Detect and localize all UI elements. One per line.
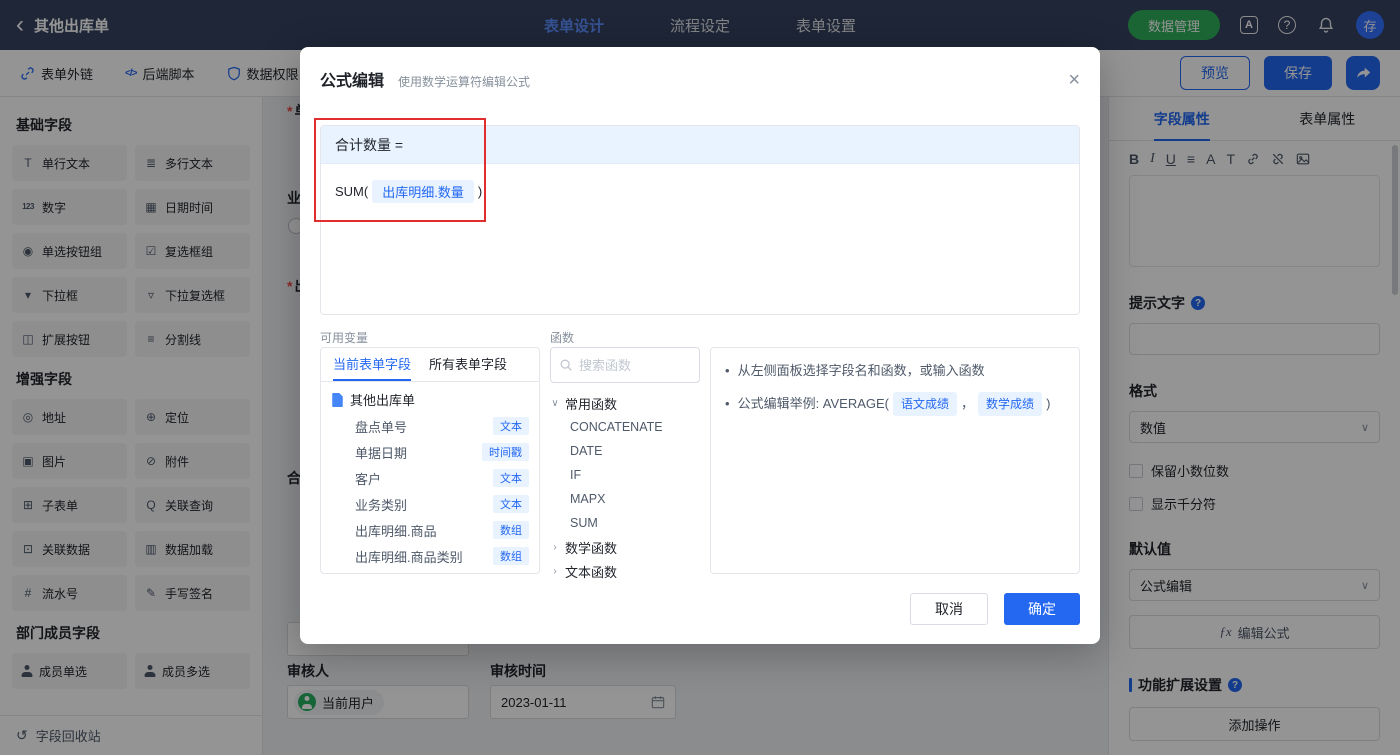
function-group-common[interactable]: ∨ 常用函数 xyxy=(550,391,700,415)
modal-title: 公式编辑 xyxy=(320,73,385,90)
functions-panel: ∨常用函数 CONCATENATE DATE IF MAPX SUM ›数学函数… xyxy=(550,347,700,580)
formula-function: SUM( xyxy=(335,184,369,199)
variable-row[interactable]: 出库明细.商品 数组 xyxy=(321,517,539,543)
variable-row[interactable]: 盘点单号 文本 xyxy=(321,413,539,439)
type-badge: 文本 xyxy=(493,495,529,513)
document-icon xyxy=(332,392,343,407)
type-badge: 文本 xyxy=(493,469,529,487)
app-root: ‹ 其他出库单 表单设计 流程设定 表单设置 数据管理 A ? 存 表单外链 <… xyxy=(0,0,1400,755)
variables-tabs: 当前表单字段 所有表单字段 xyxy=(321,348,539,382)
function-search[interactable] xyxy=(550,347,700,383)
formula-editor-modal: 公式编辑 使用数学运算符编辑公式 × 合计数量 = SUM( 出库明细.数量 )… xyxy=(300,47,1100,644)
formula-target-bar: 合计数量 = xyxy=(321,126,1079,164)
tab-current-form-fields[interactable]: 当前表单字段 xyxy=(333,348,412,381)
tab-all-form-fields[interactable]: 所有表单字段 xyxy=(429,348,507,381)
bullet-icon: • xyxy=(725,363,730,378)
variable-row[interactable]: 单据日期 时间戳 xyxy=(321,439,539,465)
help-line: • 从左侧面板选择字段名和函数，或输入函数 xyxy=(725,360,1065,382)
confirm-button[interactable]: 确定 xyxy=(1004,593,1080,625)
modal-subtitle: 使用数学运算符编辑公式 xyxy=(398,75,531,89)
help-line-example: • 公式编辑举例: AVERAGE( 语文成绩 ， 数学成绩 ) xyxy=(725,392,1065,416)
formula-help-panel: • 从左侧面板选择字段名和函数，或输入函数 • 公式编辑举例: AVERAGE(… xyxy=(710,347,1080,574)
formula-target: 合计数量 = xyxy=(335,136,404,153)
function-group-text[interactable]: › 文本函数 xyxy=(550,559,700,583)
bullet-icon: • xyxy=(725,396,730,411)
function-item[interactable]: SUM xyxy=(550,511,700,535)
cancel-button[interactable]: 取消 xyxy=(910,593,988,625)
variable-row[interactable]: 客户 文本 xyxy=(321,465,539,491)
modal-footer: 取消 确定 xyxy=(910,593,1080,625)
variable-row[interactable]: 出库明细.商品类别 数组 xyxy=(321,543,539,569)
chevron-down-icon: ∨ xyxy=(551,397,559,409)
formula-field-chip[interactable]: 出库明细.数量 xyxy=(372,180,474,203)
function-item[interactable]: IF xyxy=(550,463,700,487)
formula-expression[interactable]: SUM( 出库明细.数量 ) xyxy=(321,164,1079,219)
function-tree: ∨ 常用函数 CONCATENATE DATE IF MAPX SUM › 数学函数… xyxy=(550,391,700,583)
chevron-right-icon: › xyxy=(553,565,557,577)
variables-panel: 当前表单字段 所有表单字段 其他出库单 盘点单号 文本 单据日期 时间戳 客户 文本 … xyxy=(320,347,540,574)
variables-label: 可用变量 xyxy=(320,331,369,345)
function-group-math[interactable]: › 数学函数 xyxy=(550,535,700,559)
type-badge: 文本 xyxy=(493,417,529,435)
type-badge: 时间戳 xyxy=(482,443,529,461)
chevron-right-icon: › xyxy=(553,541,557,553)
variables-root-node[interactable]: 其他出库单 xyxy=(321,382,539,413)
function-item[interactable]: MAPX xyxy=(550,487,700,511)
example-field-chip: 语文成绩 xyxy=(893,392,958,416)
close-icon[interactable]: × xyxy=(1068,70,1080,90)
variable-row[interactable]: 业务类别 文本 xyxy=(321,491,539,517)
search-icon xyxy=(560,359,572,371)
modal-header: 公式编辑 使用数学运算符编辑公式 × xyxy=(300,47,1100,91)
formula-editor[interactable]: 合计数量 = SUM( 出库明细.数量 ) xyxy=(320,125,1080,315)
function-item[interactable]: DATE xyxy=(550,439,700,463)
function-search-input[interactable] xyxy=(579,357,691,373)
example-field-chip: 数学成绩 xyxy=(978,392,1043,416)
type-badge: 数组 xyxy=(493,547,529,565)
functions-label: 函数 xyxy=(550,331,575,345)
modal-panels: 当前表单字段 所有表单字段 其他出库单 盘点单号 文本 单据日期 时间戳 客户 文本 … xyxy=(320,347,1080,580)
function-item[interactable]: CONCATENATE xyxy=(550,415,700,439)
formula-close-paren: ) xyxy=(477,184,483,199)
type-badge: 数组 xyxy=(493,521,529,539)
